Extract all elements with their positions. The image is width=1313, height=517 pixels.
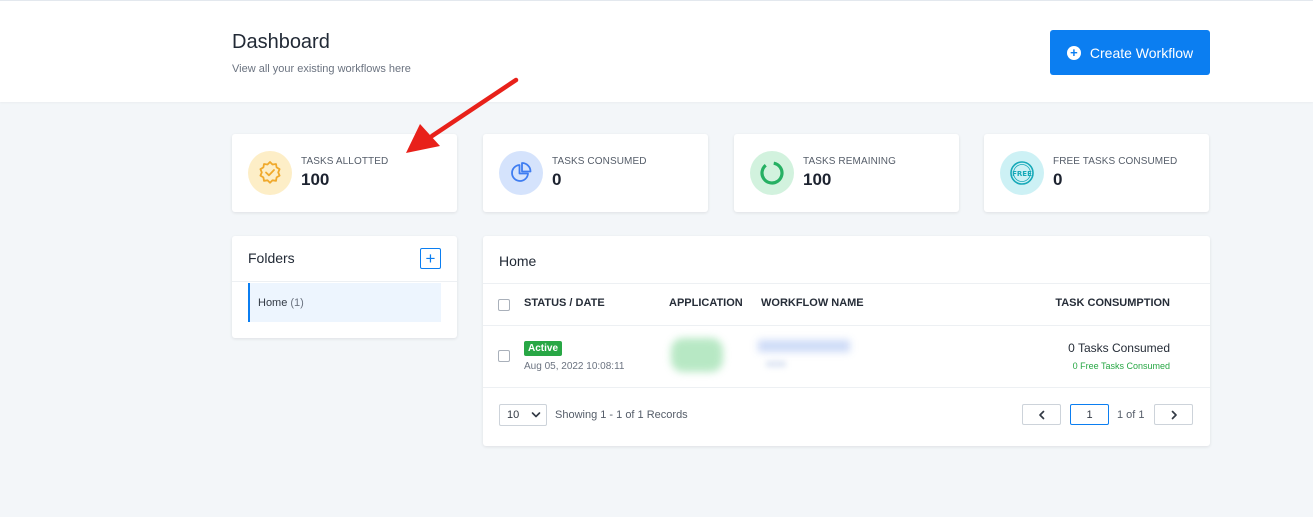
stat-card-tasks-remaining: TASKS REMAINING 100 <box>734 134 959 212</box>
folder-item-home[interactable]: Home (1) <box>248 283 441 322</box>
workflows-title: Home <box>499 253 537 269</box>
divider <box>483 325 1210 326</box>
page-subtitle: View all your existing workflows here <box>232 63 411 75</box>
folders-panel: Folders + Home (1) <box>232 236 457 338</box>
stat-card-free-tasks-consumed: FREE FREE TASKS CONSUMED 0 <box>984 134 1209 212</box>
workflow-name-blurred[interactable] <box>758 340 850 352</box>
stat-label: FREE TASKS CONSUMED <box>1053 156 1178 167</box>
free-stamp-icon: FREE <box>1000 151 1044 195</box>
records-count-text: Showing 1 - 1 of 1 Records <box>555 409 688 421</box>
status-badge: Active <box>524 341 563 356</box>
stat-value: 0 <box>1053 170 1063 189</box>
page-number-input[interactable]: 1 <box>1070 404 1109 425</box>
folder-count: (1) <box>290 296 304 309</box>
stat-card-tasks-allotted: TASKS ALLOTTED 100 <box>232 134 457 212</box>
column-header-application: APPLICATION <box>669 297 743 309</box>
page-size-select[interactable]: 10 <box>499 404 547 426</box>
stat-value: 100 <box>803 170 832 189</box>
svg-text:FREE: FREE <box>1012 170 1032 178</box>
column-header-status-date: STATUS / DATE <box>524 297 605 309</box>
chevron-right-icon <box>1171 410 1177 419</box>
stat-value: 100 <box>301 170 330 189</box>
free-tasks-consumed-text: 0 Free Tasks Consumed <box>1072 361 1170 371</box>
previous-page-button[interactable] <box>1022 404 1061 425</box>
chevron-left-icon <box>1038 410 1044 419</box>
row-checkbox[interactable] <box>498 350 510 362</box>
divider <box>232 281 457 282</box>
page-title: Dashboard <box>232 31 330 53</box>
stat-label: TASKS ALLOTTED <box>301 156 389 167</box>
row-date: Aug 05, 2022 10:08:11 <box>524 361 625 372</box>
stat-card-tasks-consumed: TASKS CONSUMED 0 <box>483 134 708 212</box>
application-icon-blurred <box>671 338 723 372</box>
column-header-workflow-name: WORKFLOW NAME <box>761 297 864 309</box>
select-all-checkbox[interactable] <box>498 299 510 311</box>
add-folder-button[interactable]: + <box>420 248 441 269</box>
next-page-button[interactable] <box>1154 404 1193 425</box>
tasks-consumed-text: 0 Tasks Consumed <box>1068 341 1170 355</box>
workflow-subtext-blurred <box>766 361 786 367</box>
page-size-value: 10 <box>507 409 520 421</box>
plus-circle-icon: + <box>1066 45 1081 60</box>
stat-label: TASKS REMAINING <box>803 156 896 167</box>
chevron-down-icon <box>531 408 541 425</box>
stat-value: 0 <box>552 170 562 189</box>
divider <box>483 283 1210 284</box>
folders-title: Folders <box>248 250 295 266</box>
create-workflow-label: Create Workflow <box>1089 44 1194 61</box>
stat-label: TASKS CONSUMED <box>552 156 647 167</box>
page-of-text: 1 of 1 <box>1117 409 1145 421</box>
top-header: Dashboard View all your existing workflo… <box>0 0 1313 102</box>
workflows-panel: Home STATUS / DATE APPLICATION WORKFLOW … <box>483 236 1210 446</box>
ring-progress-icon <box>750 151 794 195</box>
divider <box>483 387 1210 388</box>
create-workflow-button[interactable]: + Create Workflow <box>1050 30 1210 75</box>
verified-badge-icon <box>248 151 292 195</box>
column-header-task-consumption: TASK CONSUMPTION <box>1055 297 1170 309</box>
folder-name: Home <box>258 296 288 309</box>
pie-chart-icon <box>499 151 543 195</box>
